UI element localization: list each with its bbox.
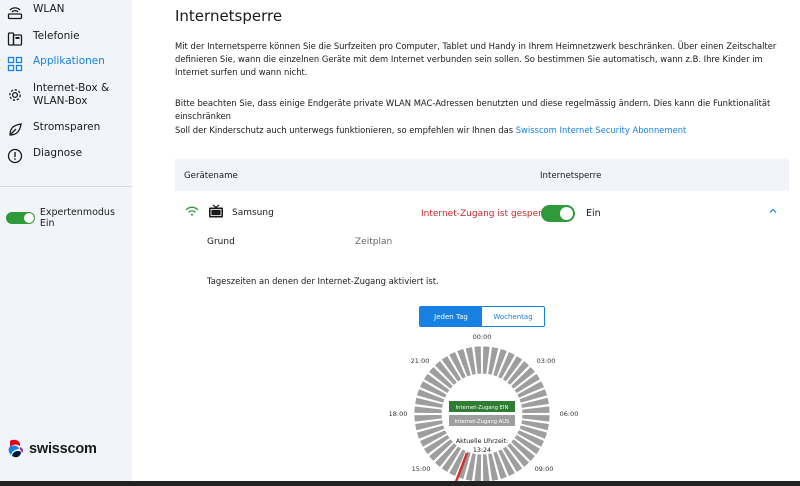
legend-off-label: Internet-Zugang AUS (455, 419, 510, 425)
reason-label: Grund (207, 237, 235, 247)
sidebar-item-label: Telefonie (33, 30, 80, 42)
hour-label: 09:00 (535, 465, 554, 473)
tv-icon (208, 204, 224, 222)
schedule-tabs: Jeden Tag Wochentag (419, 306, 545, 327)
sidebar-item-stromsparen[interactable]: Stromsparen (6, 121, 100, 139)
alert-icon (6, 147, 24, 165)
chevron-up-icon[interactable] (768, 207, 778, 218)
blocked-status: Internet-Zugang ist gesperrt (421, 209, 549, 219)
main-content: Internetsperre Mit der Internetsperre kö… (132, 0, 800, 486)
security-recommendation: Soll der Kinderschutz auch unterwegs fun… (175, 124, 790, 137)
security-subscription-link[interactable]: Swisscom Internet Security Abonnement (516, 125, 687, 135)
sidebar-item-label: Internet-Box & WLAN-Box (33, 82, 110, 107)
device-table-header: Gerätename Internetsperre (175, 159, 789, 191)
sidebar-item-label: WLAN (33, 3, 65, 15)
hour-label: 00:00 (473, 333, 492, 341)
grid-icon (6, 55, 24, 73)
expert-mode-label: Expertenmodus Ein (39, 207, 115, 229)
sidebar-item-diagnose[interactable]: Diagnose (6, 147, 82, 165)
sidebar-item-applikationen[interactable]: Applikationen (6, 55, 105, 73)
device-name: Samsung (232, 208, 274, 218)
schedule-clock[interactable]: 00:00 03:00 06:00 09:00 15:00 18:00 21:0… (364, 328, 600, 486)
wifi-icon (185, 206, 199, 219)
hour-label: 06:00 (560, 410, 579, 418)
sidebar-divider (0, 186, 132, 187)
expert-mode-switch[interactable] (6, 212, 35, 224)
expert-mode-toggle[interactable]: Expertenmodus Ein (6, 207, 132, 229)
reason-value: Zeitplan (355, 237, 393, 247)
sidebar-item-wlan[interactable]: WLAN (6, 3, 65, 21)
page-title: Internetsperre (175, 7, 283, 25)
swisscom-logo: swisscom (6, 438, 97, 460)
col-device-header: Gerätename (184, 171, 238, 181)
tab-weekday[interactable]: Wochentag (482, 307, 544, 326)
hour-label: 21:00 (411, 357, 430, 365)
swisscom-lifeform-icon (8, 439, 24, 458)
hour-label: 18:00 (389, 410, 408, 418)
intro-text: Mit der Internetsperre können Sie die Su… (175, 41, 777, 77)
logo-text: swisscom (29, 441, 97, 457)
hour-label: 15:00 (412, 465, 431, 473)
schedule-heading: Tageszeiten an denen der Internet-Zugang… (207, 276, 439, 286)
toggle-state-label: Ein (586, 208, 601, 219)
sidebar-item-label: Diagnose (33, 147, 83, 159)
internet-block-toggle[interactable] (541, 205, 575, 222)
tab-every-day[interactable]: Jeden Tag (420, 307, 482, 326)
table-row[interactable]: Samsung Internet-Zugang ist gesperrt Ein (175, 197, 789, 229)
current-time-value: 13:24 (473, 447, 491, 454)
legend-on-label: Internet-Zugang EIN (456, 405, 509, 411)
sidebar-item-internet-box[interactable]: Internet-Box & WLAN-Box (6, 82, 109, 108)
settings-icon (6, 86, 24, 104)
mac-note-text: Bitte beachten Sie, dass einige Endgerät… (175, 98, 771, 121)
leaf-icon (6, 121, 24, 139)
hour-label: 03:00 (537, 357, 556, 365)
recommendation-text: Soll der Kinderschutz auch unterwegs fun… (175, 125, 516, 135)
sidebar-item-label: Applikationen (33, 55, 105, 67)
sidebar-item-label: Stromsparen (33, 121, 101, 133)
router-icon (6, 3, 24, 21)
sidebar-item-telefonie[interactable]: Telefonie (6, 30, 80, 48)
sidebar: WLAN Telefonie Applikationen Internet-Bo… (0, 0, 132, 486)
window-bottom-edge (0, 481, 800, 486)
col-block-header: Internetsperre (540, 171, 602, 181)
phone-icon (6, 30, 24, 48)
current-time-label: Aktuelle Uhrzeit: (456, 438, 508, 445)
